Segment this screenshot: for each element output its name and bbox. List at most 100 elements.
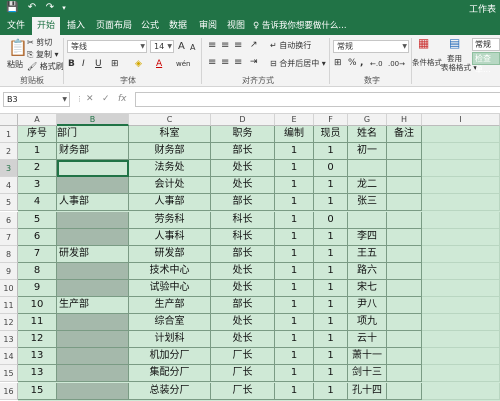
cell-department-r13[interactable] (57, 331, 129, 349)
cell-position-r15[interactable]: 厂长 (211, 365, 275, 383)
cell-name-r5[interactable]: 张三 (348, 194, 387, 212)
cell-quota-r11[interactable]: 1 (275, 297, 314, 315)
column-header-g[interactable]: G (348, 114, 387, 126)
cell-office-r8[interactable]: 研发部 (129, 245, 211, 263)
cell-name-r15[interactable]: 剑十三 (348, 365, 387, 383)
font-color-icon[interactable]: A (156, 59, 162, 70)
cell-department-r11[interactable]: 生产部 (57, 297, 129, 315)
cell-department-r10[interactable] (57, 279, 129, 297)
cell-seq-r7[interactable]: 6 (18, 228, 57, 246)
cell-position-r12[interactable]: 处长 (211, 314, 275, 332)
sheet-area[interactable]: 序号 部门 科室 职务 编制 现员 姓名 备注 1 财务部 财务部 部长 1 1 初一 2 法务处 处长 1 0 3 会计… (18, 126, 500, 401)
phonetic-icon[interactable]: wén (176, 59, 190, 70)
cell-quota-r2[interactable]: 1 (275, 143, 314, 161)
cell-current-r4[interactable]: 1 (314, 177, 348, 195)
cell-seq-r5[interactable]: 4 (18, 194, 57, 212)
cell-current-r16[interactable]: 1 (314, 382, 348, 400)
cell-current-r5[interactable]: 1 (314, 194, 348, 212)
cell-current-r3[interactable]: 0 (314, 160, 348, 178)
cell-remark-r2[interactable] (387, 143, 422, 161)
cell-seq-r8[interactable]: 7 (18, 245, 57, 263)
cell-remark-r14[interactable] (387, 348, 422, 366)
merge-center-button[interactable]: ⊟ 合并后居中 ▾ (270, 58, 326, 69)
tab-review[interactable]: 审阅 (196, 17, 220, 35)
cell-col-i-r5[interactable] (422, 194, 500, 212)
cell-col-i-r4[interactable] (422, 177, 500, 195)
cell-seq-r14[interactable]: 13 (18, 348, 57, 366)
cell-position-r2[interactable]: 部长 (211, 143, 275, 161)
cell-office-r16[interactable]: 总装分厂 (129, 382, 211, 400)
cell-current-r10[interactable]: 1 (314, 279, 348, 297)
cell-current-r7[interactable]: 1 (314, 228, 348, 246)
row-header-8[interactable]: 8 (0, 245, 18, 263)
cell-seq-r4[interactable]: 3 (18, 177, 57, 195)
align-middle-icon[interactable]: ≡ (221, 40, 229, 51)
undo-icon[interactable]: ↶ (26, 2, 38, 14)
cell-name-r13[interactable]: 云十 (348, 331, 387, 349)
cell-position-r1[interactable]: 职务 (211, 126, 275, 144)
cell-current-r9[interactable]: 1 (314, 262, 348, 280)
row-header-14[interactable]: 14 (0, 348, 18, 366)
enter-icon[interactable]: ✓ (102, 92, 110, 107)
cell-current-r11[interactable]: 1 (314, 297, 348, 315)
qa-dropdown-icon[interactable]: ▾ (58, 2, 70, 14)
cell-quota-r1[interactable]: 编制 (275, 126, 314, 144)
cell-col-i-r15[interactable] (422, 365, 500, 383)
cell-name-r9[interactable]: 路六 (348, 262, 387, 280)
cell-remark-r1[interactable]: 备注 (387, 126, 422, 144)
cell-office-r10[interactable]: 试验中心 (129, 279, 211, 297)
cell-department-r14[interactable] (57, 348, 129, 366)
name-box[interactable]: B3 ▼ (3, 92, 70, 107)
cell-office-r1[interactable]: 科室 (129, 126, 211, 144)
row-header-7[interactable]: 7 (0, 228, 18, 246)
row-header-3[interactable]: 3 (0, 160, 18, 178)
cell-name-r8[interactable]: 王五 (348, 245, 387, 263)
cell-seq-r13[interactable]: 12 (18, 331, 57, 349)
align-center-icon[interactable]: ≡ (221, 57, 229, 68)
column-header-c[interactable]: C (129, 114, 211, 126)
cell-office-r14[interactable]: 机加分厂 (129, 348, 211, 366)
selected-cell-b3[interactable] (57, 160, 129, 178)
cell-quota-r13[interactable]: 1 (275, 331, 314, 349)
number-format-combo[interactable]: 常规 ▼ (333, 40, 409, 53)
table-format-icon[interactable]: ▤ (449, 37, 460, 49)
cell-name-r4[interactable]: 龙二 (348, 177, 387, 195)
cell-name-r3[interactable] (348, 160, 387, 178)
increase-decimal-button[interactable]: ←.0 (370, 59, 383, 70)
column-header-a[interactable]: A (18, 114, 57, 126)
cell-office-r5[interactable]: 人事部 (129, 194, 211, 212)
cell-seq-r16[interactable]: 15 (18, 382, 57, 400)
style-normal[interactable]: 常规 (472, 38, 500, 51)
cell-remark-r12[interactable] (387, 314, 422, 332)
shrink-font-icon[interactable]: A (190, 42, 195, 53)
cell-office-r4[interactable]: 会计处 (129, 177, 211, 195)
conditional-format-button[interactable]: 条件格式 (412, 57, 442, 68)
cell-position-r10[interactable]: 处长 (211, 279, 275, 297)
cell-remark-r3[interactable] (387, 160, 422, 178)
cell-col-i-r6[interactable] (422, 211, 500, 229)
cell-current-r8[interactable]: 1 (314, 245, 348, 263)
cell-col-i-r10[interactable] (422, 279, 500, 297)
cell-name-r6[interactable] (348, 211, 387, 229)
cell-col-i-r9[interactable] (422, 262, 500, 280)
cell-quota-r14[interactable]: 1 (275, 348, 314, 366)
cell-quota-r10[interactable]: 1 (275, 279, 314, 297)
percent-button[interactable]: % (348, 58, 357, 69)
cell-name-r10[interactable]: 宋七 (348, 279, 387, 297)
redo-icon[interactable]: ↷ (44, 2, 56, 14)
cell-position-r11[interactable]: 部长 (211, 297, 275, 315)
cell-position-r6[interactable]: 科长 (211, 211, 275, 229)
paste-icon[interactable]: 📋 (8, 40, 28, 56)
row-header-12[interactable]: 12 (0, 314, 18, 332)
row-header-5[interactable]: 5 (0, 194, 18, 212)
column-header-i[interactable]: I (422, 114, 500, 126)
format-painter-button[interactable]: 🖌 格式刷 (27, 61, 64, 72)
cell-position-r4[interactable]: 处长 (211, 177, 275, 195)
cancel-icon[interactable]: ✕ (86, 92, 94, 107)
cell-seq-r9[interactable]: 8 (18, 262, 57, 280)
cell-position-r7[interactable]: 科长 (211, 228, 275, 246)
cell-quota-r5[interactable]: 1 (275, 194, 314, 212)
cell-col-i-r8[interactable] (422, 245, 500, 263)
cell-name-r11[interactable]: 尹八 (348, 297, 387, 315)
cut-button[interactable]: ✂ 剪切 (27, 37, 52, 48)
